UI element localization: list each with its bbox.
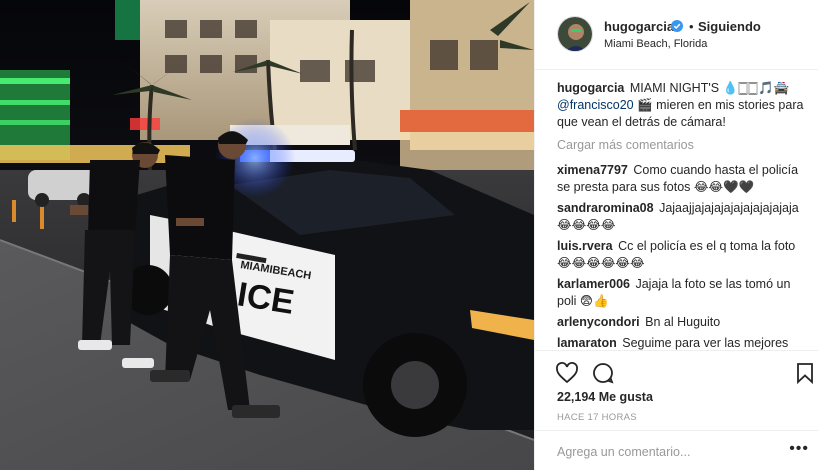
caption-text: MIAMI NIGHT'S bbox=[629, 81, 720, 95]
comment-text: Seguime para ver las mejores bbox=[622, 336, 789, 350]
header-separator: • bbox=[689, 19, 694, 34]
post-photo[interactable]: MIAMIBEACH ICE bbox=[0, 0, 534, 470]
comment-item: arlenycondori Bn al Huguito bbox=[557, 314, 809, 331]
comment-username[interactable]: karlamer006 bbox=[557, 277, 630, 291]
author-avatar[interactable] bbox=[557, 16, 593, 52]
add-comment-input[interactable] bbox=[557, 443, 777, 461]
comment-text: Bn al Huguito bbox=[645, 315, 721, 329]
likes-count[interactable]: 22,194 Me gusta bbox=[557, 390, 653, 404]
load-more-comments-button[interactable]: Cargar más comentarios bbox=[557, 137, 809, 154]
comment-item: sandraromina08 Jajaajjajajajajajajajajaj… bbox=[557, 200, 809, 234]
more-options-icon[interactable]: ••• bbox=[789, 441, 809, 457]
comment-bubble-icon[interactable] bbox=[591, 361, 615, 385]
instagram-post-view: MIAMIBEACH ICE hugogarcia • Siguiendo Mi… bbox=[0, 0, 818, 470]
caption-emoji: 💧🀆🀆🎵🚔 bbox=[722, 81, 790, 95]
post-side-panel: hugogarcia • Siguiendo Miami Beach, Flor… bbox=[534, 0, 818, 470]
bookmark-icon[interactable] bbox=[793, 361, 817, 385]
caption-username[interactable]: hugogarcia bbox=[557, 81, 624, 95]
comment-item: ximena7797 Como cuando hasta el policía … bbox=[557, 162, 809, 196]
comment-username[interactable]: ximena7797 bbox=[557, 163, 628, 177]
likes-number: 22,194 bbox=[557, 390, 596, 404]
post-timestamp: HACE 17 HORAS bbox=[557, 412, 637, 423]
comment-item: lamaraton Seguime para ver las mejores bbox=[557, 335, 809, 350]
post-location[interactable]: Miami Beach, Florida bbox=[604, 38, 707, 50]
likes-label: Me gusta bbox=[598, 390, 653, 404]
comment-item: luis.rvera Cc el policía es el q toma la… bbox=[557, 238, 809, 272]
following-button[interactable]: Siguiendo bbox=[698, 19, 761, 34]
caption-mention[interactable]: @francisco20 bbox=[557, 98, 634, 112]
comment-item: karlamer006 Jajaja la foto se las tomó u… bbox=[557, 276, 809, 310]
photo-scene: MIAMIBEACH ICE bbox=[0, 0, 534, 470]
add-comment-bar: ••• bbox=[535, 430, 818, 470]
avatar-image bbox=[558, 17, 592, 51]
post-actions-bar bbox=[535, 350, 818, 390]
heart-icon[interactable] bbox=[555, 361, 579, 385]
comment-username[interactable]: arlenycondori bbox=[557, 315, 640, 329]
post-header: hugogarcia • Siguiendo Miami Beach, Flor… bbox=[535, 0, 818, 70]
caption-emoji-2: 🎬 bbox=[637, 98, 653, 112]
verified-badge-icon bbox=[671, 20, 683, 32]
author-username[interactable]: hugogarcia bbox=[604, 19, 674, 34]
caption: hugogarcia MIAMI NIGHT'S 💧🀆🀆🎵🚔 @francisc… bbox=[557, 80, 809, 131]
comment-username[interactable]: sandraromina08 bbox=[557, 201, 654, 215]
comments-list[interactable]: hugogarcia MIAMI NIGHT'S 💧🀆🀆🎵🚔 @francisc… bbox=[557, 80, 809, 350]
comment-username[interactable]: lamaraton bbox=[557, 336, 617, 350]
comment-username[interactable]: luis.rvera bbox=[557, 239, 613, 253]
